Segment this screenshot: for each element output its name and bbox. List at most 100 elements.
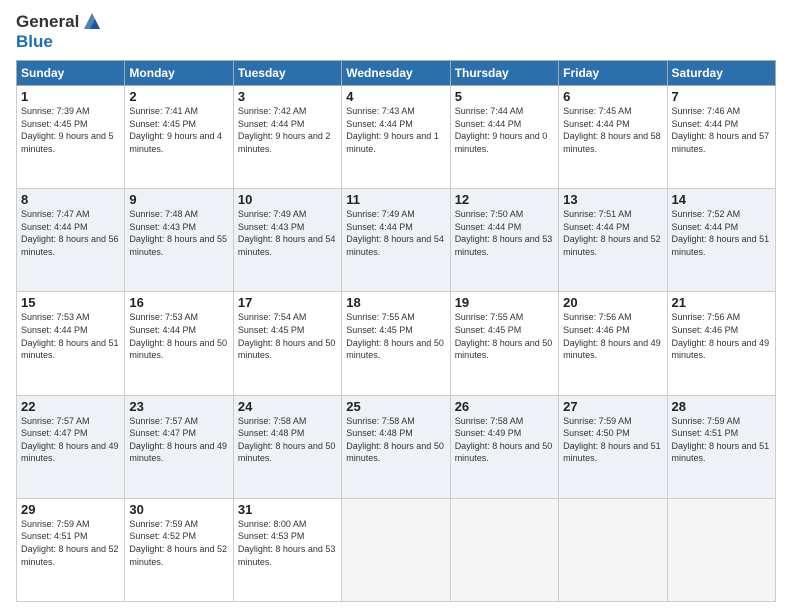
calendar-body: 1Sunrise: 7:39 AMSunset: 4:45 PMDaylight… bbox=[17, 86, 776, 602]
day-number: 28 bbox=[672, 399, 771, 414]
logo-blue: Blue bbox=[16, 32, 53, 51]
day-info: Sunrise: 7:57 AMSunset: 4:47 PMDaylight:… bbox=[129, 415, 228, 465]
calendar-day-cell: 21Sunrise: 7:56 AMSunset: 4:46 PMDayligh… bbox=[667, 292, 775, 395]
calendar-day-cell: 28Sunrise: 7:59 AMSunset: 4:51 PMDayligh… bbox=[667, 395, 775, 498]
calendar-day-cell: 18Sunrise: 7:55 AMSunset: 4:45 PMDayligh… bbox=[342, 292, 450, 395]
day-info: Sunrise: 7:49 AMSunset: 4:44 PMDaylight:… bbox=[346, 208, 445, 258]
weekday-header: Wednesday bbox=[342, 61, 450, 86]
day-info: Sunrise: 7:56 AMSunset: 4:46 PMDaylight:… bbox=[672, 311, 771, 361]
day-info: Sunrise: 7:44 AMSunset: 4:44 PMDaylight:… bbox=[455, 105, 554, 155]
calendar-day-cell: 13Sunrise: 7:51 AMSunset: 4:44 PMDayligh… bbox=[559, 189, 667, 292]
calendar-day-cell: 8Sunrise: 7:47 AMSunset: 4:44 PMDaylight… bbox=[17, 189, 125, 292]
logo-icon bbox=[82, 11, 102, 31]
day-number: 24 bbox=[238, 399, 337, 414]
calendar-day-cell: 4Sunrise: 7:43 AMSunset: 4:44 PMDaylight… bbox=[342, 86, 450, 189]
calendar-day-cell: 2Sunrise: 7:41 AMSunset: 4:45 PMDaylight… bbox=[125, 86, 233, 189]
day-number: 9 bbox=[129, 192, 228, 207]
day-info: Sunrise: 7:58 AMSunset: 4:48 PMDaylight:… bbox=[238, 415, 337, 465]
day-info: Sunrise: 7:49 AMSunset: 4:43 PMDaylight:… bbox=[238, 208, 337, 258]
day-number: 29 bbox=[21, 502, 120, 517]
day-info: Sunrise: 7:51 AMSunset: 4:44 PMDaylight:… bbox=[563, 208, 662, 258]
day-number: 2 bbox=[129, 89, 228, 104]
weekday-header: Thursday bbox=[450, 61, 558, 86]
calendar-day-cell: 1Sunrise: 7:39 AMSunset: 4:45 PMDaylight… bbox=[17, 86, 125, 189]
day-info: Sunrise: 7:55 AMSunset: 4:45 PMDaylight:… bbox=[346, 311, 445, 361]
day-number: 23 bbox=[129, 399, 228, 414]
day-number: 8 bbox=[21, 192, 120, 207]
day-info: Sunrise: 7:59 AMSunset: 4:51 PMDaylight:… bbox=[21, 518, 120, 568]
calendar-day-cell: 22Sunrise: 7:57 AMSunset: 4:47 PMDayligh… bbox=[17, 395, 125, 498]
calendar-day-cell: 14Sunrise: 7:52 AMSunset: 4:44 PMDayligh… bbox=[667, 189, 775, 292]
calendar-day-cell: 25Sunrise: 7:58 AMSunset: 4:48 PMDayligh… bbox=[342, 395, 450, 498]
day-number: 15 bbox=[21, 295, 120, 310]
calendar-week-row: 15Sunrise: 7:53 AMSunset: 4:44 PMDayligh… bbox=[17, 292, 776, 395]
day-number: 12 bbox=[455, 192, 554, 207]
day-number: 13 bbox=[563, 192, 662, 207]
day-info: Sunrise: 7:50 AMSunset: 4:44 PMDaylight:… bbox=[455, 208, 554, 258]
day-info: Sunrise: 7:52 AMSunset: 4:44 PMDaylight:… bbox=[672, 208, 771, 258]
day-info: Sunrise: 7:47 AMSunset: 4:44 PMDaylight:… bbox=[21, 208, 120, 258]
day-info: Sunrise: 7:57 AMSunset: 4:47 PMDaylight:… bbox=[21, 415, 120, 465]
day-number: 22 bbox=[21, 399, 120, 414]
day-info: Sunrise: 7:59 AMSunset: 4:50 PMDaylight:… bbox=[563, 415, 662, 465]
weekday-header: Sunday bbox=[17, 61, 125, 86]
day-info: Sunrise: 7:58 AMSunset: 4:48 PMDaylight:… bbox=[346, 415, 445, 465]
day-number: 20 bbox=[563, 295, 662, 310]
day-info: Sunrise: 7:59 AMSunset: 4:52 PMDaylight:… bbox=[129, 518, 228, 568]
calendar-day-cell: 24Sunrise: 7:58 AMSunset: 4:48 PMDayligh… bbox=[233, 395, 341, 498]
day-number: 16 bbox=[129, 295, 228, 310]
calendar-day-cell: 9Sunrise: 7:48 AMSunset: 4:43 PMDaylight… bbox=[125, 189, 233, 292]
calendar-day-cell: 5Sunrise: 7:44 AMSunset: 4:44 PMDaylight… bbox=[450, 86, 558, 189]
day-number: 30 bbox=[129, 502, 228, 517]
calendar-day-cell: 23Sunrise: 7:57 AMSunset: 4:47 PMDayligh… bbox=[125, 395, 233, 498]
day-number: 3 bbox=[238, 89, 337, 104]
day-number: 14 bbox=[672, 192, 771, 207]
calendar-day-cell bbox=[450, 498, 558, 601]
calendar-day-cell: 19Sunrise: 7:55 AMSunset: 4:45 PMDayligh… bbox=[450, 292, 558, 395]
calendar-week-row: 29Sunrise: 7:59 AMSunset: 4:51 PMDayligh… bbox=[17, 498, 776, 601]
day-info: Sunrise: 7:53 AMSunset: 4:44 PMDaylight:… bbox=[21, 311, 120, 361]
day-number: 7 bbox=[672, 89, 771, 104]
calendar-week-row: 22Sunrise: 7:57 AMSunset: 4:47 PMDayligh… bbox=[17, 395, 776, 498]
calendar-day-cell: 11Sunrise: 7:49 AMSunset: 4:44 PMDayligh… bbox=[342, 189, 450, 292]
calendar-day-cell bbox=[342, 498, 450, 601]
day-number: 11 bbox=[346, 192, 445, 207]
calendar-day-cell: 29Sunrise: 7:59 AMSunset: 4:51 PMDayligh… bbox=[17, 498, 125, 601]
page-container: General Blue SundayMondayTuesdayWednesda… bbox=[0, 0, 792, 612]
day-info: Sunrise: 7:56 AMSunset: 4:46 PMDaylight:… bbox=[563, 311, 662, 361]
calendar-day-cell: 17Sunrise: 7:54 AMSunset: 4:45 PMDayligh… bbox=[233, 292, 341, 395]
day-info: Sunrise: 7:41 AMSunset: 4:45 PMDaylight:… bbox=[129, 105, 228, 155]
day-number: 5 bbox=[455, 89, 554, 104]
day-info: Sunrise: 7:42 AMSunset: 4:44 PMDaylight:… bbox=[238, 105, 337, 155]
day-info: Sunrise: 7:39 AMSunset: 4:45 PMDaylight:… bbox=[21, 105, 120, 155]
calendar-table: SundayMondayTuesdayWednesdayThursdayFrid… bbox=[16, 60, 776, 602]
day-number: 27 bbox=[563, 399, 662, 414]
day-info: Sunrise: 7:46 AMSunset: 4:44 PMDaylight:… bbox=[672, 105, 771, 155]
day-info: Sunrise: 7:55 AMSunset: 4:45 PMDaylight:… bbox=[455, 311, 554, 361]
day-info: Sunrise: 7:43 AMSunset: 4:44 PMDaylight:… bbox=[346, 105, 445, 155]
logo-general: General bbox=[16, 12, 79, 32]
page-header: General Blue bbox=[16, 12, 776, 52]
calendar-day-cell: 31Sunrise: 8:00 AMSunset: 4:53 PMDayligh… bbox=[233, 498, 341, 601]
day-info: Sunrise: 7:48 AMSunset: 4:43 PMDaylight:… bbox=[129, 208, 228, 258]
calendar-day-cell bbox=[559, 498, 667, 601]
calendar-week-row: 1Sunrise: 7:39 AMSunset: 4:45 PMDaylight… bbox=[17, 86, 776, 189]
day-info: Sunrise: 7:58 AMSunset: 4:49 PMDaylight:… bbox=[455, 415, 554, 465]
calendar-week-row: 8Sunrise: 7:47 AMSunset: 4:44 PMDaylight… bbox=[17, 189, 776, 292]
calendar-day-cell: 10Sunrise: 7:49 AMSunset: 4:43 PMDayligh… bbox=[233, 189, 341, 292]
weekday-header: Friday bbox=[559, 61, 667, 86]
logo: General Blue bbox=[16, 12, 102, 52]
calendar-day-cell: 7Sunrise: 7:46 AMSunset: 4:44 PMDaylight… bbox=[667, 86, 775, 189]
day-number: 17 bbox=[238, 295, 337, 310]
day-number: 6 bbox=[563, 89, 662, 104]
calendar-day-cell: 12Sunrise: 7:50 AMSunset: 4:44 PMDayligh… bbox=[450, 189, 558, 292]
weekday-header: Monday bbox=[125, 61, 233, 86]
weekday-header: Tuesday bbox=[233, 61, 341, 86]
day-number: 21 bbox=[672, 295, 771, 310]
day-info: Sunrise: 7:59 AMSunset: 4:51 PMDaylight:… bbox=[672, 415, 771, 465]
day-info: Sunrise: 7:54 AMSunset: 4:45 PMDaylight:… bbox=[238, 311, 337, 361]
day-number: 31 bbox=[238, 502, 337, 517]
calendar-day-cell: 15Sunrise: 7:53 AMSunset: 4:44 PMDayligh… bbox=[17, 292, 125, 395]
weekday-header-row: SundayMondayTuesdayWednesdayThursdayFrid… bbox=[17, 61, 776, 86]
day-number: 19 bbox=[455, 295, 554, 310]
